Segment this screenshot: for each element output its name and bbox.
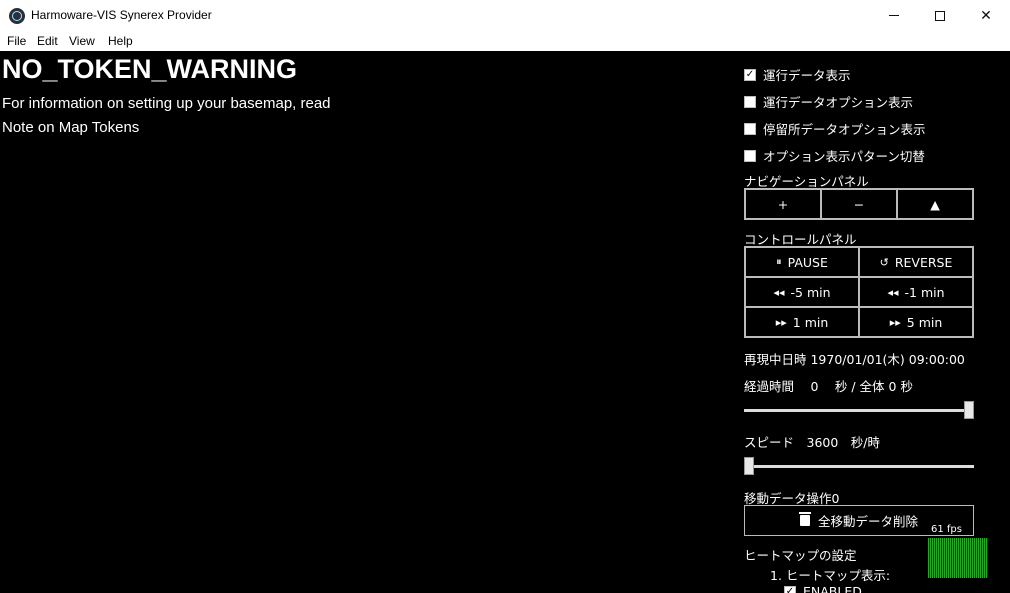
menu-file[interactable]: File [7, 34, 26, 48]
map-token-link[interactable]: Note on Map Tokens [2, 119, 139, 136]
speed-label: スピード 3600 秒/時 [744, 435, 881, 450]
zoom-out-button[interactable]: − [821, 189, 897, 219]
menu-view[interactable]: View [69, 34, 95, 48]
playback-datetime: 再現中日時 1970/01/01(木) 09:00:00 [744, 352, 965, 367]
fwd-1min-button[interactable]: ▸▸ 1 min [745, 307, 859, 337]
app-icon [9, 8, 25, 24]
heatmap-enabled-row[interactable]: ✓ ENABLED [784, 584, 862, 593]
speed-slider[interactable] [744, 457, 974, 475]
heatmap-item: 1. ヒートマップ表示: [770, 568, 891, 583]
pause-label: PAUSE [787, 254, 828, 270]
close-button[interactable]: ✕ [963, 0, 1009, 31]
playback-button-group: ⏸ PAUSE ↺ REVERSE ◂◂ -5 min ◂◂ -1 min ▸▸ 1 mi… [744, 246, 974, 338]
checkbox[interactable] [744, 95, 756, 108]
menu-edit[interactable]: Edit [37, 34, 58, 48]
minus-icon: − [853, 196, 865, 212]
back-1min-label: -1 min [904, 284, 945, 300]
minimize-button[interactable] [871, 0, 917, 31]
zoom-in-button[interactable]: + [745, 189, 821, 219]
rewind-icon: ◂◂ [887, 285, 899, 299]
checkbox-row[interactable]: 停留所データオプション表示 [744, 119, 926, 138]
title-bar: Harmoware-VIS Synerex Provider ✕ [0, 0, 1010, 31]
elapsed-time: 経過時間 0 秒 / 全体 0 秒 [744, 379, 913, 394]
checkbox-row[interactable]: ✓ 運行データ表示 [744, 65, 851, 84]
fast-forward-icon: ▸▸ [775, 315, 787, 329]
fast-forward-icon: ▸▸ [889, 315, 901, 329]
checkbox[interactable] [744, 122, 756, 135]
warning-text: For information on setting up your basem… [2, 95, 331, 112]
back-5min-button[interactable]: ◂◂ -5 min [745, 277, 859, 307]
window-title: Harmoware-VIS Synerex Provider [31, 8, 212, 22]
pause-button[interactable]: ⏸ PAUSE [745, 247, 859, 277]
back-1min-button[interactable]: ◂◂ -1 min [859, 277, 973, 307]
pause-icon: ⏸ [776, 255, 782, 268]
fps-meter: 61 fps [928, 524, 988, 578]
menu-help[interactable]: Help [108, 34, 133, 48]
checkbox-label: 停留所データオプション表示 [763, 122, 926, 137]
nav-button-group: + − ▲ [744, 188, 974, 220]
control-panel: ✓ 運行データ表示 運行データオプション表示 停留所データオプション表示 オプシ… [742, 51, 1010, 593]
warning-title: NO_TOKEN_WARNING [2, 54, 298, 84]
checkbox-label: オプション表示パターン切替 [763, 149, 925, 164]
rewind-icon: ◂◂ [773, 285, 785, 299]
reverse-label: REVERSE [894, 254, 953, 270]
checkbox-row[interactable]: 運行データオプション表示 [744, 92, 913, 111]
checkbox-label: 運行データ表示 [763, 68, 851, 83]
minimize-icon [889, 15, 899, 16]
fwd-5min-label: 5 min [906, 314, 943, 330]
back-5min-label: -5 min [790, 284, 831, 300]
time-slider-thumb[interactable] [964, 401, 974, 419]
checkbox[interactable]: ✓ [784, 585, 796, 593]
menu-bar: File Edit View Help [0, 31, 1010, 51]
reverse-button[interactable]: ↺ REVERSE [859, 247, 973, 277]
close-icon: ✕ [980, 7, 992, 24]
plus-icon: + [777, 196, 789, 212]
compass-button[interactable]: ▲ [897, 189, 973, 219]
maximize-icon [935, 10, 945, 21]
time-slider[interactable] [744, 401, 974, 419]
speed-slider-thumb[interactable] [744, 457, 754, 475]
checkbox-row[interactable]: オプション表示パターン切替 [744, 146, 925, 165]
map-area: NO_TOKEN_WARNING For information on sett… [0, 51, 1010, 593]
heatmap-enabled-label: ENABLED [803, 584, 862, 593]
compass-arrow-icon: ▲ [930, 196, 940, 212]
fwd-5min-button[interactable]: ▸▸ 5 min [859, 307, 973, 337]
fps-graph [928, 538, 988, 578]
checkbox[interactable]: ✓ [744, 68, 756, 81]
heatmap-title: ヒートマップの設定 [744, 548, 857, 563]
reverse-icon: ↺ [879, 255, 889, 269]
maximize-button[interactable] [917, 0, 963, 31]
checkbox[interactable] [744, 149, 756, 162]
checkbox-label: 運行データオプション表示 [763, 95, 914, 110]
delete-all-label: 全移動データ削除 [817, 514, 918, 529]
fps-label: 61 fps [931, 524, 962, 535]
trash-icon [798, 512, 811, 526]
fwd-1min-label: 1 min [792, 314, 829, 330]
